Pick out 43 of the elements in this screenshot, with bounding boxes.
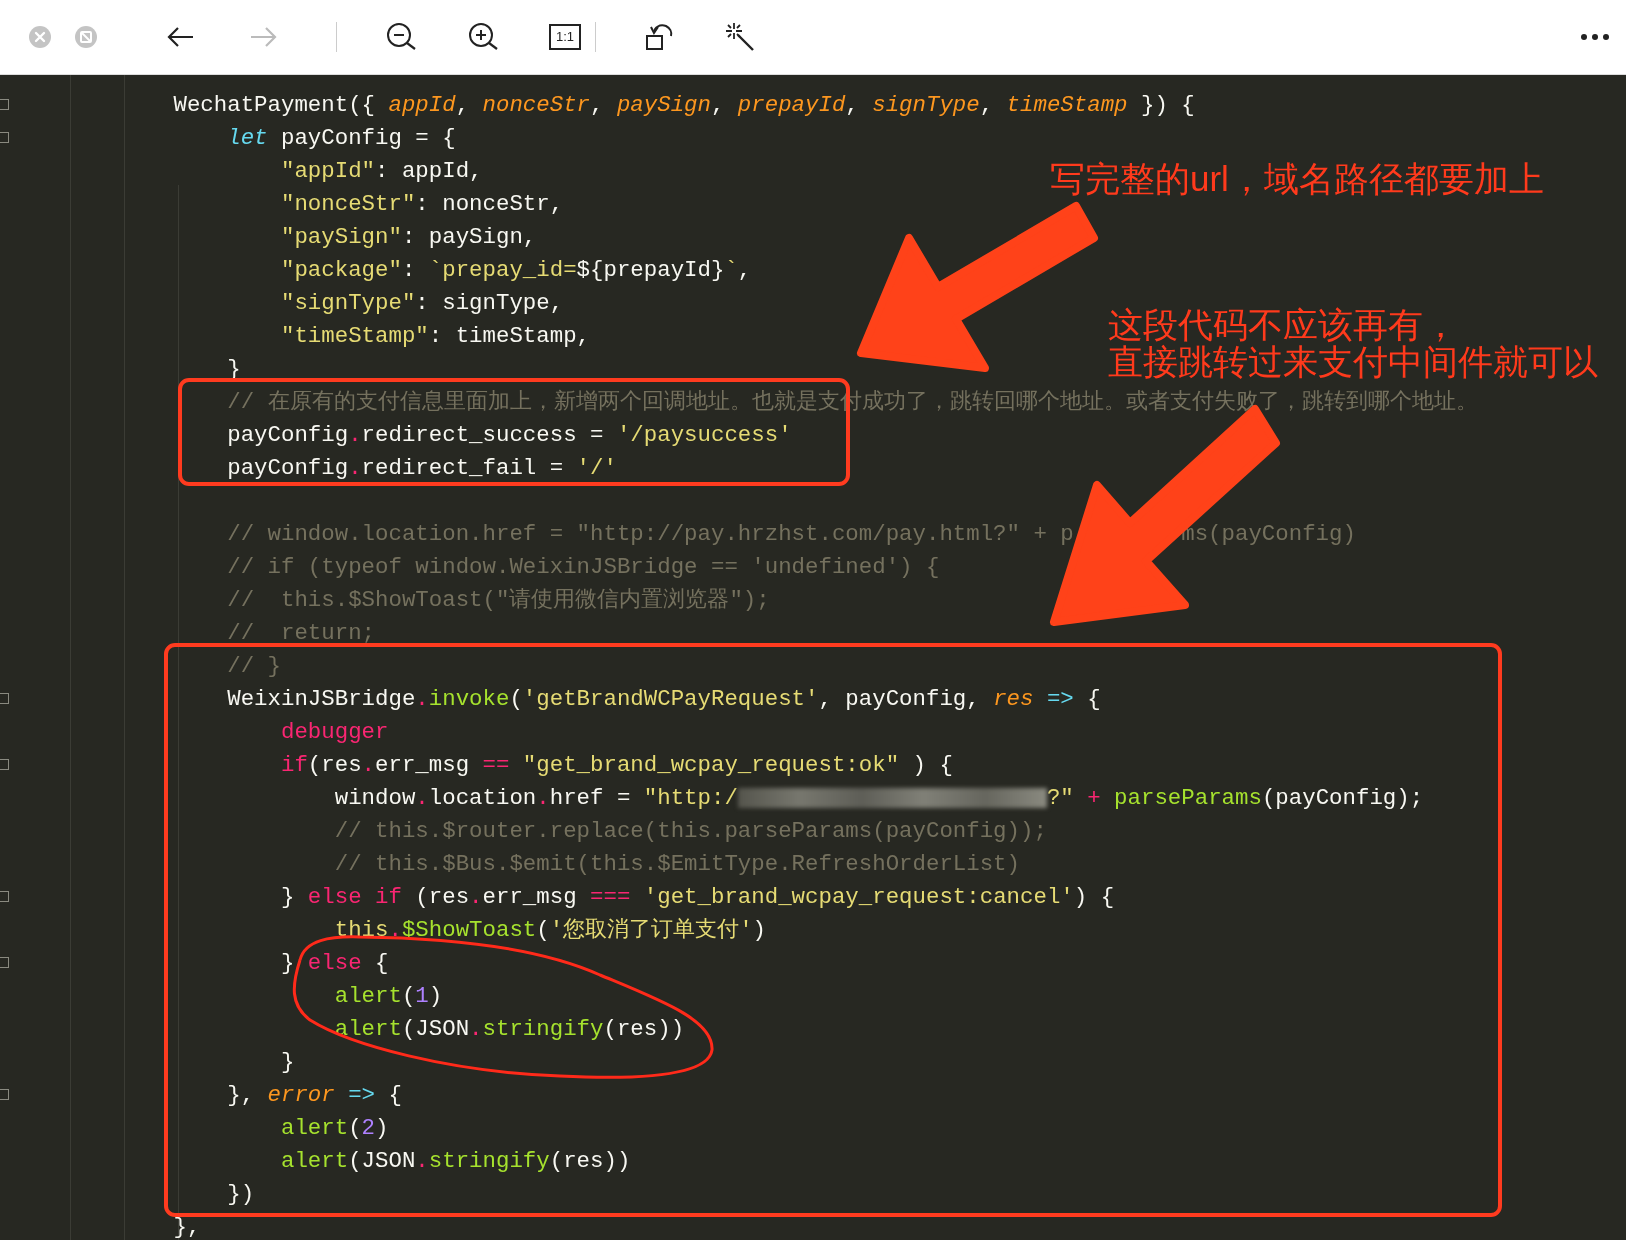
code-line: payConfig.redirect_success = '/paysuccess'	[226, 420, 792, 450]
code-line: // this.$ShowToast("请使用微信内置浏览器");	[226, 585, 770, 615]
code-line: } else if (res.err_msg === 'get_brand_wcpay_request:cancel') {	[280, 882, 1115, 912]
code-line: if(res.err_msg == "get_brand_wcpay_request:ok" ) {	[280, 750, 953, 780]
fold-icon[interactable]	[0, 1089, 9, 1100]
code-line: }, error => {	[226, 1080, 402, 1110]
code-line: // }	[226, 651, 281, 681]
code-line: "appId": appId,	[280, 156, 483, 186]
fold-icon[interactable]	[0, 891, 9, 902]
code-line: WeixinJSBridge.invoke('getBrandWCPayRequest', payConfig, res => {	[226, 684, 1101, 714]
code-line: debugger	[280, 717, 389, 747]
code-line: }	[280, 1047, 295, 1077]
code-line: payConfig.redirect_fail = '/'	[226, 453, 617, 483]
code-line: alert(2)	[280, 1113, 389, 1143]
fold-icon[interactable]	[0, 132, 9, 143]
fold-icon[interactable]	[0, 693, 9, 704]
annotation-text: 写完整的url，域名路径都要加上	[1050, 160, 1544, 197]
code-line: // window.location.href = "http://pay.hrzhst.com/pay.html?" + p ms(payConfig)	[226, 519, 1356, 549]
code-line: let payConfig = {	[226, 123, 456, 153]
code-line: // return;	[226, 618, 376, 648]
code-line: })	[226, 1179, 255, 1209]
code-line: WechatPayment({ appId, nonceStr, paySign, prepayId, signType, timeStamp }) {	[172, 90, 1195, 120]
code-line: // if (typeof window.WeixinJSBridge == 'undefined') {	[226, 552, 940, 582]
annotation-text: 这段代码不应该再有，	[1108, 306, 1459, 343]
code-line: "timeStamp": timeStamp,	[280, 321, 591, 351]
code-line: } else {	[280, 948, 389, 978]
fold-icon[interactable]	[0, 99, 9, 110]
code-line: "signType": signType,	[280, 288, 564, 318]
fold-icon[interactable]	[0, 759, 9, 770]
more-icon	[1580, 33, 1610, 41]
code-line: "nonceStr": nonceStr,	[280, 189, 564, 219]
fold-icon[interactable]	[0, 957, 9, 968]
code-line: alert(JSON.stringify(res))	[280, 1146, 631, 1176]
code-line: },	[172, 1212, 201, 1240]
code-line: this.$ShowToast('您取消了订单支付')	[333, 915, 767, 945]
code-line: "package": `prepay_id=${prepayId}`,	[280, 255, 752, 285]
annotation-text: 直接跳转过来支付中间件就可以	[1108, 343, 1598, 380]
code-line: // this.$Bus.$emit(this.$EmitType.RefreshOrderList)	[333, 849, 1020, 879]
code-line: alert(JSON.stringify(res))	[333, 1014, 685, 1044]
code-line: alert(1)	[333, 981, 443, 1011]
code-line: window.location.href = "http:/ ?" + parseParams(payConfig);	[333, 783, 1424, 813]
code-line: "paySign": paySign,	[280, 222, 537, 252]
code-line: // this.$router.replace(this.parseParams(payConfig));	[333, 816, 1047, 846]
